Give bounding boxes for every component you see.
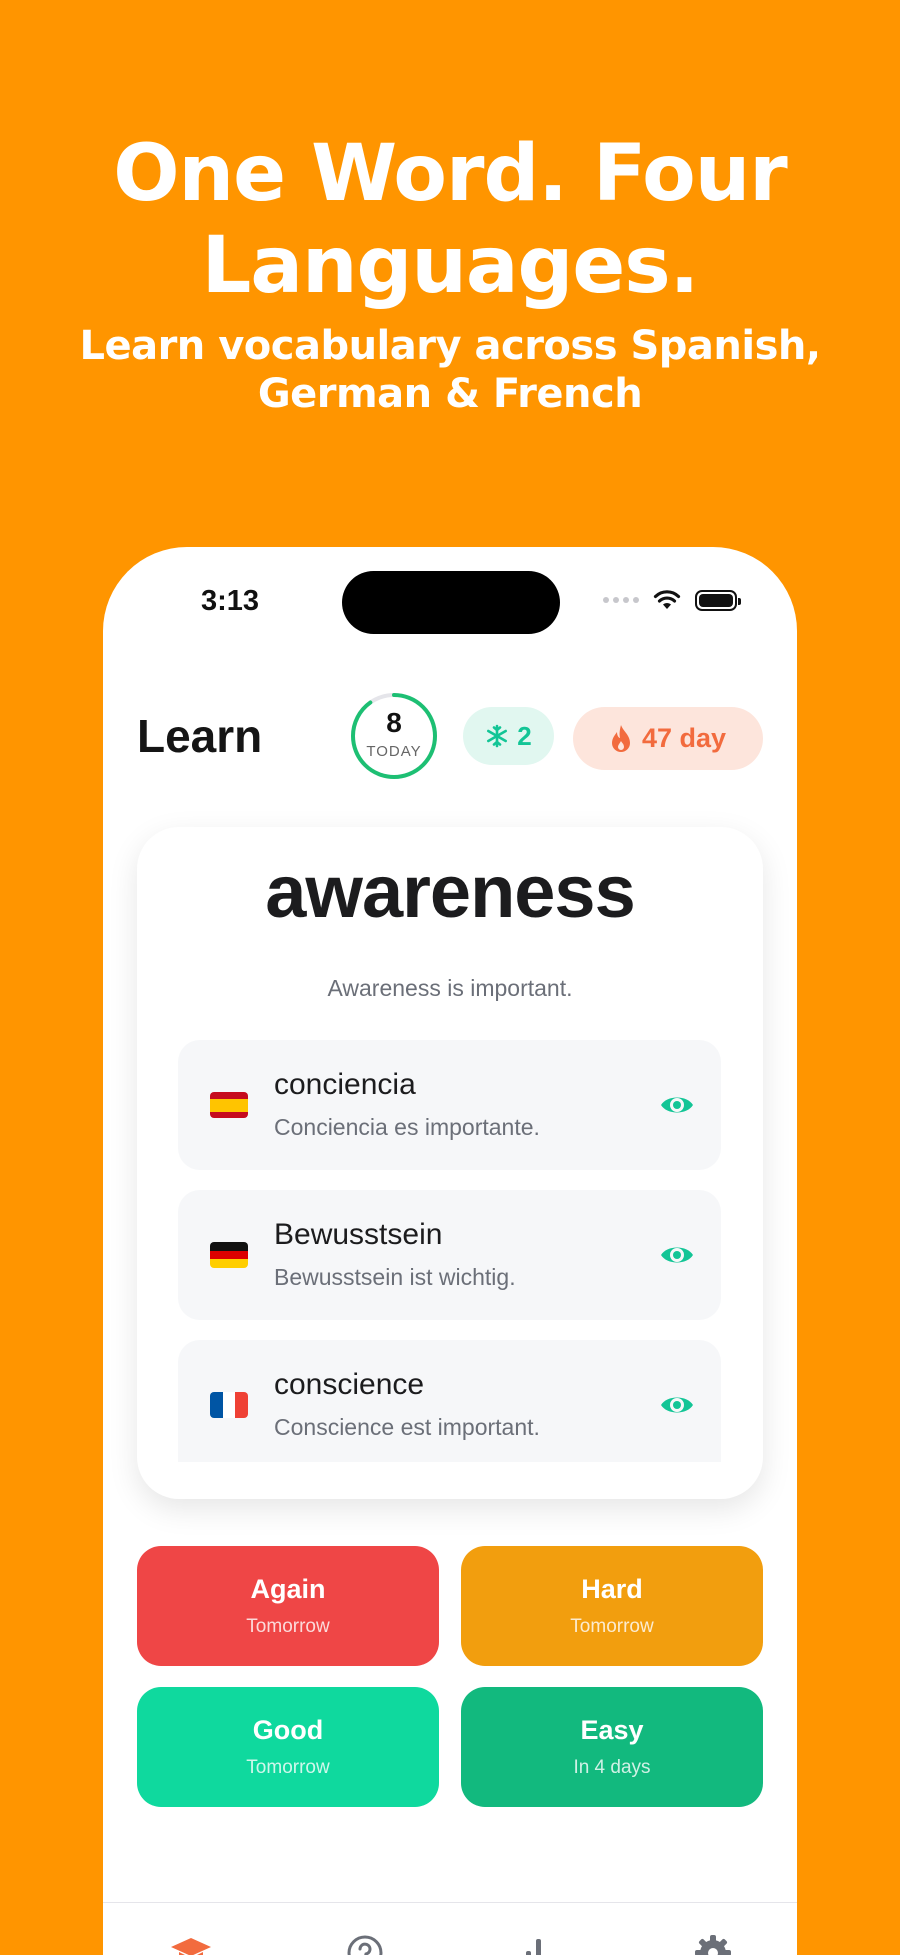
translation-sentence: Conscience est important. <box>274 1414 540 1440</box>
good-button-interval: Tomorrow <box>246 1757 330 1778</box>
settings-tab-icon[interactable] <box>691 1931 735 1955</box>
promo-subhead: Learn vocabulary across Spanish, German … <box>0 322 900 418</box>
signal-icon <box>603 597 639 603</box>
hard-button-label: Hard <box>581 1574 643 1604</box>
translation-word: conciencia <box>274 1068 416 1101</box>
flashcard: awareness Awareness is important. concie… <box>137 827 763 1499</box>
good-button-label: Good <box>252 1715 324 1745</box>
status-time: 3:13 <box>201 585 260 617</box>
hard-button[interactable]: Hard Tomorrow <box>461 1546 763 1666</box>
eye-icon[interactable] <box>659 1390 695 1420</box>
germany-flag-icon <box>210 1242 248 1268</box>
wifi-icon <box>653 590 681 609</box>
translation-sentence: Conciencia es importante. <box>274 1114 540 1140</box>
learn-tab-icon[interactable] <box>169 1931 213 1955</box>
eye-icon[interactable] <box>659 1240 695 1270</box>
translation-row-fr[interactable]: conscience Conscience est important. <box>178 1340 721 1462</box>
dynamic-island <box>342 571 560 634</box>
headline-line-2: Languages. <box>201 221 700 311</box>
card-word: awareness <box>265 850 636 933</box>
phone-frame: 3:13 Learn 8 TODAY 2 47 day awareness Aw… <box>103 547 797 1955</box>
translation-sentence: Bewusstsein ist wichtig. <box>274 1264 516 1290</box>
translation-word: conscience <box>274 1368 425 1401</box>
stats-tab-icon[interactable] <box>517 1931 561 1955</box>
today-count: 8 <box>386 707 402 738</box>
card-example: Awareness is important. <box>327 975 573 1001</box>
quiz-tab-icon[interactable] <box>343 1931 387 1955</box>
streak-freeze-badge[interactable]: 2 <box>463 707 554 765</box>
spain-flag-icon <box>210 1092 248 1118</box>
freeze-count: 2 <box>517 720 532 751</box>
translation-row-es[interactable]: conciencia Conciencia es importante. <box>178 1040 721 1170</box>
flame-icon <box>611 724 630 752</box>
translation-word: Bewusstsein <box>274 1218 443 1251</box>
translation-row-de[interactable]: Bewusstsein Bewusstsein ist wichtig. <box>178 1190 721 1320</box>
headline-line-1: One Word. Four <box>113 129 788 219</box>
battery-icon <box>695 589 741 611</box>
tab-bar <box>103 1902 797 1955</box>
eye-icon[interactable] <box>659 1090 695 1120</box>
easy-button-interval: In 4 days <box>573 1757 651 1778</box>
again-button[interactable]: Again Tomorrow <box>137 1546 439 1666</box>
again-button-label: Again <box>250 1574 326 1604</box>
subhead-line-2: German & French <box>257 371 643 417</box>
again-button-interval: Tomorrow <box>246 1616 330 1637</box>
streak-label: 47 day <box>641 723 727 753</box>
hard-button-interval: Tomorrow <box>570 1616 654 1637</box>
subhead-line-1: Learn vocabulary across Spanish, <box>79 323 821 369</box>
easy-button-label: Easy <box>580 1715 644 1745</box>
promo-headline: One Word. Four Languages. <box>0 128 900 312</box>
page-title: Learn <box>137 710 263 762</box>
status-indicators <box>603 589 741 611</box>
good-button[interactable]: Good Tomorrow <box>137 1687 439 1807</box>
snowflake-icon <box>487 724 508 748</box>
streak-badge[interactable]: 47 day <box>573 707 763 770</box>
today-progress-ring[interactable]: 8 TODAY <box>349 691 439 781</box>
france-flag-icon <box>210 1392 248 1418</box>
easy-button[interactable]: Easy In 4 days <box>461 1687 763 1807</box>
today-label: TODAY <box>366 743 422 760</box>
